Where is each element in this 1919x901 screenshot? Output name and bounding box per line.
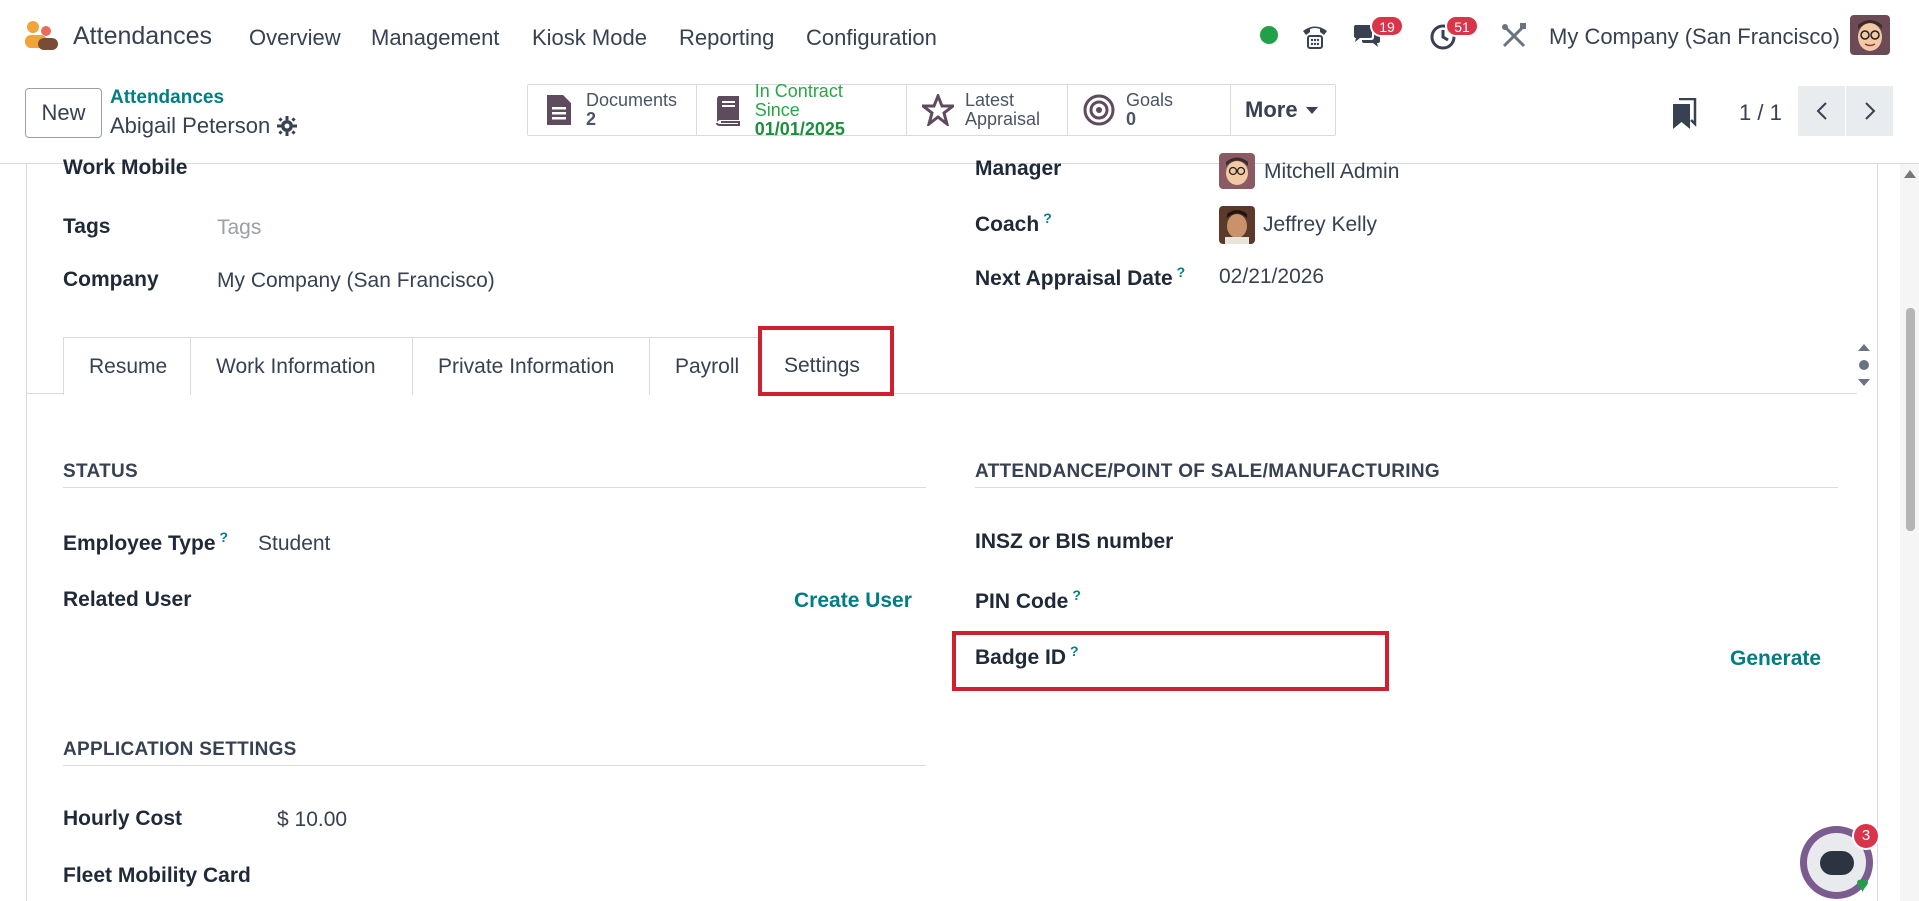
attendance-section-divider — [975, 487, 1838, 488]
coach-label: Coach? — [975, 210, 1052, 236]
chevron-right-icon — [1864, 102, 1875, 120]
work-mobile-label: Work Mobile — [63, 156, 188, 179]
heart-icon: ♥ — [1856, 872, 1870, 897]
company-label: Company — [63, 268, 159, 291]
tab-private-information[interactable]: Private Information — [412, 337, 650, 395]
app-settings-section-divider — [63, 765, 926, 766]
coach-avatar — [1219, 206, 1255, 244]
control-panel: New Attendances Abigail Peterson Documen… — [0, 74, 1919, 164]
app-settings-section-title: APPLICATION SETTINGS — [63, 739, 297, 760]
menu-kiosk-mode[interactable]: Kiosk Mode — [532, 25, 647, 51]
breadcrumb-current: Abigail Peterson — [110, 113, 271, 138]
pin-code-label: PIN Code? — [975, 587, 1081, 613]
menu-reporting[interactable]: Reporting — [679, 25, 774, 51]
smart-buttons: Documents 2 In Contract Since 01/01/2025 L… — [527, 81, 1336, 138]
tab-payroll[interactable]: Payroll — [649, 337, 763, 395]
employee-type-label: Employee Type? — [63, 529, 229, 555]
tab-resume[interactable]: Resume — [63, 337, 191, 395]
breadcrumb-parent[interactable]: Attendances — [110, 87, 224, 109]
tab-work-information[interactable]: Work Information — [190, 337, 413, 395]
caret-down-icon — [1305, 106, 1318, 114]
user-avatar[interactable] — [1850, 15, 1890, 55]
chevron-left-icon — [1816, 102, 1827, 120]
document-icon — [542, 93, 576, 127]
more-dropdown[interactable]: More — [1231, 85, 1335, 135]
phone-icon[interactable] — [1300, 22, 1330, 50]
company-switcher[interactable]: My Company (San Francisco) — [1549, 24, 1840, 50]
tags-input[interactable]: Tags — [217, 216, 261, 240]
tools-icon[interactable] — [1500, 22, 1528, 50]
fleet-mobility-card-label: Fleet Mobility Card — [63, 864, 251, 887]
attendances-app-icon[interactable] — [22, 18, 60, 52]
bookmark-stack-icon[interactable] — [1671, 98, 1697, 130]
activities-count-badge: 51 — [1445, 15, 1479, 37]
target-icon — [1082, 93, 1116, 127]
app-name[interactable]: Attendances — [73, 22, 212, 51]
manager-field[interactable]: Mitchell Admin — [1264, 160, 1399, 184]
drag-handle-icon[interactable] — [1855, 340, 1873, 390]
related-user-label: Related User — [63, 588, 192, 611]
scroll-up-arrow-icon[interactable] — [1904, 170, 1916, 178]
scrollbar-thumb[interactable] — [1906, 308, 1915, 531]
settings-tab-highlight — [758, 326, 894, 396]
status-section-title: STATUS — [63, 461, 138, 482]
goals-smart-button[interactable]: Goals 0 — [1068, 85, 1231, 135]
appraisal-smart-button[interactable]: Latest Appraisal — [907, 85, 1068, 135]
help-icon[interactable]: ? — [220, 529, 229, 545]
help-icon[interactable]: ? — [1072, 587, 1081, 603]
menu-management[interactable]: Management — [371, 25, 499, 51]
badge-id-highlight — [952, 631, 1389, 691]
new-button[interactable]: New — [25, 88, 102, 138]
menu-overview[interactable]: Overview — [249, 25, 341, 51]
star-icon — [921, 93, 955, 127]
menu-configuration[interactable]: Configuration — [806, 25, 937, 51]
hourly-cost-label: Hourly Cost — [63, 807, 183, 830]
coach-field[interactable]: Jeffrey Kelly — [1263, 213, 1377, 237]
create-user-button[interactable]: Create User — [794, 589, 912, 613]
presence-status-icon[interactable] — [1260, 26, 1278, 44]
help-icon[interactable]: ? — [1043, 210, 1052, 226]
top-navbar: Attendances Overview Management Kiosk Mo… — [0, 0, 1919, 74]
pager-next-button[interactable] — [1846, 86, 1893, 136]
pager-previous-button[interactable] — [1798, 86, 1845, 136]
hourly-cost-field[interactable]: $ 10.00 — [277, 808, 347, 832]
pager-value[interactable]: 1 / 1 — [1739, 100, 1782, 126]
documents-smart-button[interactable]: Documents 2 — [528, 85, 697, 135]
employee-type-field[interactable]: Student — [258, 532, 330, 556]
next-appraisal-label: Next Appraisal Date? — [975, 264, 1186, 290]
manager-label: Manager — [975, 157, 1062, 180]
scrollbar[interactable] — [1900, 164, 1919, 901]
tags-label: Tags — [63, 215, 111, 238]
insz-label: INSZ or BIS number — [975, 530, 1174, 553]
gear-icon[interactable] — [277, 116, 297, 136]
book-icon — [711, 93, 745, 127]
generate-badge-button[interactable]: Generate — [1730, 647, 1821, 671]
company-field[interactable]: My Company (San Francisco) — [217, 269, 495, 293]
next-appraisal-field[interactable]: 02/21/2026 — [1219, 265, 1324, 289]
manager-avatar — [1219, 153, 1255, 189]
status-section-divider — [63, 487, 926, 488]
messages-count-badge: 19 — [1370, 15, 1404, 37]
attendance-section-title: ATTENDANCE/POINT OF SALE/MANUFACTURING — [975, 461, 1440, 482]
help-icon[interactable]: ? — [1177, 264, 1186, 280]
chatbot-count-badge: 3 — [1852, 822, 1880, 850]
contract-smart-button[interactable]: In Contract Since 01/01/2025 — [697, 81, 907, 138]
